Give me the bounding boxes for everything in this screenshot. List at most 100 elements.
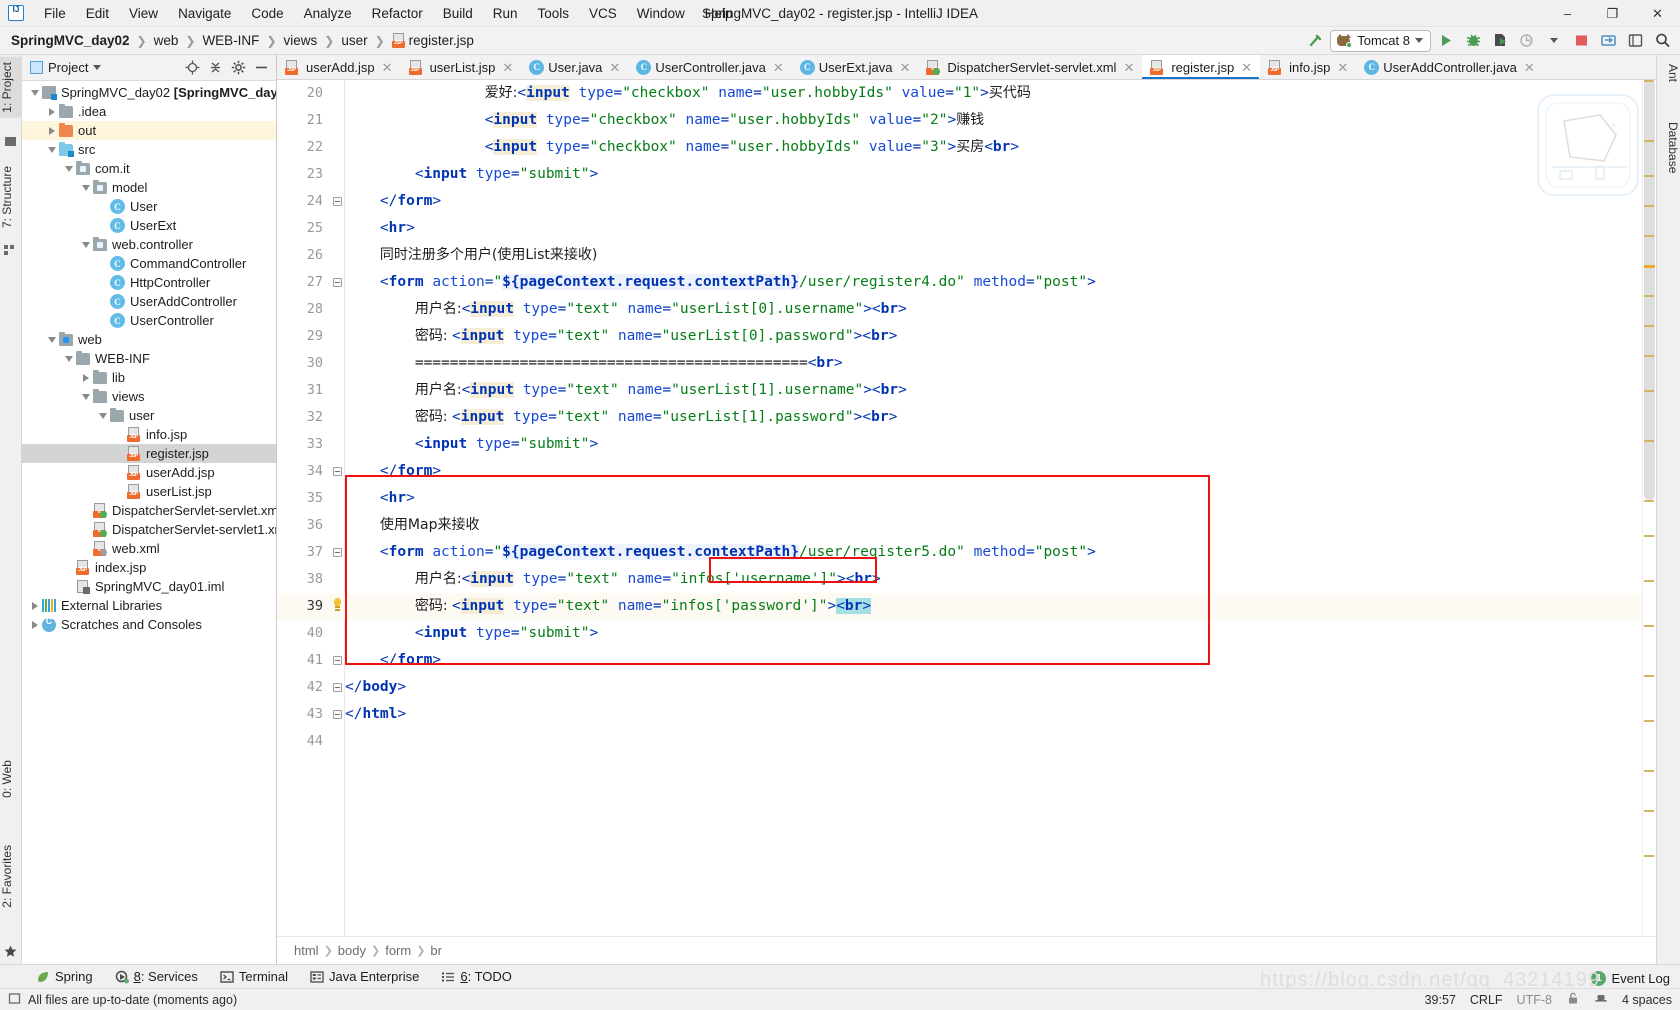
debug-button[interactable] [1461, 30, 1485, 52]
tree-node-web.xml[interactable]: web.xml [22, 539, 276, 558]
intention-bulb-icon[interactable] [331, 598, 344, 613]
run-with-coverage-button[interactable] [1488, 30, 1512, 52]
chevron-right-icon[interactable] [79, 373, 93, 382]
bottom-tool-window-strip[interactable]: Spring 8: Services Terminal Java Enterprise… [0, 964, 1680, 988]
code-line-41[interactable]: 41 </form> [277, 647, 1656, 674]
tool-window-favorites[interactable]: 2: Favorites [0, 840, 22, 913]
code-fold-toggle-icon[interactable] [333, 548, 342, 557]
tree-node-springmvc-day02--springmvc-day01-[interactable]: SpringMVC_day02 [SpringMVC_day01] [22, 83, 276, 102]
menu-window[interactable]: Window [627, 2, 695, 25]
editor-breadcrumb[interactable]: html ❯ body ❯ form ❯ br [277, 936, 1656, 964]
menu-build[interactable]: Build [433, 2, 483, 25]
editor-breadcrumb-html[interactable]: html [291, 943, 322, 958]
chevron-down-icon[interactable] [62, 165, 76, 172]
editor-breadcrumb-form[interactable]: form [382, 943, 414, 958]
code-line-29[interactable]: 29 密码: <input type="text" name="userList… [277, 323, 1656, 350]
tree-node-com.it[interactable]: com.it [22, 159, 276, 178]
close-icon[interactable]: ✕ [1524, 61, 1535, 74]
minimize-button[interactable]: – [1545, 0, 1590, 27]
editor-breadcrumb-body[interactable]: body [335, 943, 369, 958]
profile-button[interactable] [1515, 30, 1539, 52]
search-everywhere-icon[interactable] [1650, 30, 1674, 52]
bottom-tool-javaenterprise[interactable]: Java Enterprise [300, 967, 429, 986]
tree-node-register.jsp[interactable]: register.jsp [22, 444, 276, 463]
code-line-37[interactable]: 37 <form action = "${pageContext.request.c… [277, 539, 1656, 566]
project-tree[interactable]: SpringMVC_day02 [SpringMVC_day01] .idea ou… [22, 81, 276, 964]
tree-node-views[interactable]: views [22, 387, 276, 406]
menu-edit[interactable]: Edit [76, 2, 119, 25]
line-separator[interactable]: CRLF [1470, 993, 1503, 1007]
tree-node-usercontroller[interactable]: C UserController [22, 311, 276, 330]
menu-vcs[interactable]: VCS [579, 2, 627, 25]
menu-bar[interactable]: File Edit View Navigate Code Analyze Refactor B… [34, 2, 743, 25]
code-line-24[interactable]: 24 </form> [277, 188, 1656, 215]
run-button[interactable] [1434, 30, 1458, 52]
warning-stripe[interactable] [1644, 265, 1655, 268]
collapse-all-icon[interactable] [204, 57, 226, 79]
menu-file[interactable]: File [34, 2, 76, 25]
tree-node-web-inf[interactable]: WEB-INF [22, 349, 276, 368]
breadcrumb[interactable]: SpringMVC_day02 ❯ web ❯ WEB-INF ❯ views ❯ user ❯ r… [8, 31, 477, 50]
breadcrumb-item-web-inf[interactable]: WEB-INF [199, 31, 262, 50]
bottom-tool-terminal[interactable]: Terminal [210, 967, 298, 986]
tree-node-useradd.jsp[interactable]: userAdd.jsp [22, 463, 276, 482]
tree-node-commandcontroller[interactable]: C CommandController [22, 254, 276, 273]
tree-node-model[interactable]: model [22, 178, 276, 197]
code-lines[interactable]: 20 爱好:<input type="checkbox" name="user.… [277, 80, 1656, 936]
chevron-down-icon[interactable] [79, 184, 93, 191]
file-encoding[interactable]: UTF-8 [1517, 993, 1552, 1007]
tree-node-dispatcherservlet-servlet1.xml[interactable]: DispatcherServlet-servlet1.xml [22, 520, 276, 539]
event-log-button[interactable]: 1 Event Log [1591, 971, 1670, 986]
chevron-right-icon[interactable] [28, 601, 42, 610]
tree-node-external-libraries[interactable]: External Libraries [22, 596, 276, 615]
run-configuration-selector[interactable]: Tomcat 8 [1330, 29, 1431, 52]
breadcrumb-item-web[interactable]: web [151, 31, 182, 50]
code-fold-toggle-icon[interactable] [333, 278, 342, 287]
close-icon[interactable]: ✕ [609, 61, 620, 74]
panel-settings-gear-icon[interactable] [227, 57, 249, 79]
editor-tab-useradd-jsp[interactable]: userAdd.jsp ✕ [277, 55, 401, 79]
code-line-21[interactable]: 21 <input type="checkbox" name="user.hob… [277, 107, 1656, 134]
menu-help[interactable]: Help [695, 2, 743, 25]
stop-button[interactable] [1569, 30, 1593, 52]
close-icon[interactable]: ✕ [899, 61, 910, 74]
tree-node-userlist.jsp[interactable]: userList.jsp [22, 482, 276, 501]
editor-tab-bar[interactable]: userAdd.jsp✕userList.jsp✕CUser.java✕CUse… [277, 55, 1656, 80]
chevron-right-icon[interactable] [28, 620, 42, 629]
tree-node-web[interactable]: web [22, 330, 276, 349]
editor-tab-info-jsp[interactable]: info.jsp ✕ [1260, 55, 1356, 79]
code-line-26[interactable]: 26 同时注册多个用户(使用List来接收) [277, 242, 1656, 269]
code-fold-toggle-icon[interactable] [333, 656, 342, 665]
bottom-tool-todo[interactable]: 6: TODO [431, 967, 522, 986]
tree-node-lib[interactable]: lib [22, 368, 276, 387]
lock-icon[interactable] [1566, 991, 1580, 1008]
code-line-39[interactable]: 39 密码: <input type="text" name="infos['p… [277, 593, 1656, 620]
tree-node-info.jsp[interactable]: info.jsp [22, 425, 276, 444]
tree-node-scratches-and-consoles[interactable]: Scratches and Consoles [22, 615, 276, 634]
menu-code[interactable]: Code [241, 2, 293, 25]
menu-analyze[interactable]: Analyze [294, 2, 362, 25]
chevron-down-icon[interactable] [45, 146, 59, 153]
chevron-down-icon[interactable] [96, 412, 110, 419]
close-icon[interactable]: ✕ [1241, 61, 1252, 74]
code-fold-toggle-icon[interactable] [333, 683, 342, 692]
chevron-down-icon[interactable] [79, 241, 93, 248]
tool-window-database[interactable]: Database [1656, 117, 1680, 178]
chevron-down-icon[interactable] [79, 393, 93, 400]
code-line-38[interactable]: 38 用户名:<input type="text" name="infos['u… [277, 566, 1656, 593]
breadcrumb-item-springmvc-day02[interactable]: SpringMVC_day02 [8, 31, 133, 50]
build-hammer-icon[interactable] [1303, 30, 1327, 52]
code-line-30[interactable]: 30 =====================================… [277, 350, 1656, 377]
tree-node-userext[interactable]: C UserExt [22, 216, 276, 235]
bottom-tool-spring[interactable]: Spring [26, 967, 103, 986]
menu-tools[interactable]: Tools [528, 2, 580, 25]
editor-scrollbar-thumb[interactable] [1644, 80, 1655, 500]
indent-setting[interactable]: 4 spaces [1622, 993, 1672, 1007]
menu-refactor[interactable]: Refactor [362, 2, 433, 25]
breadcrumb-item-views[interactable]: views [281, 31, 321, 50]
tree-node-httpcontroller[interactable]: C HttpController [22, 273, 276, 292]
code-line-34[interactable]: 34 </form> [277, 458, 1656, 485]
tool-window-project[interactable]: 1: Project [0, 57, 22, 118]
code-line-33[interactable]: 33 <input type="submit"> [277, 431, 1656, 458]
code-line-32[interactable]: 32 密码: <input type="text" name="userList… [277, 404, 1656, 431]
